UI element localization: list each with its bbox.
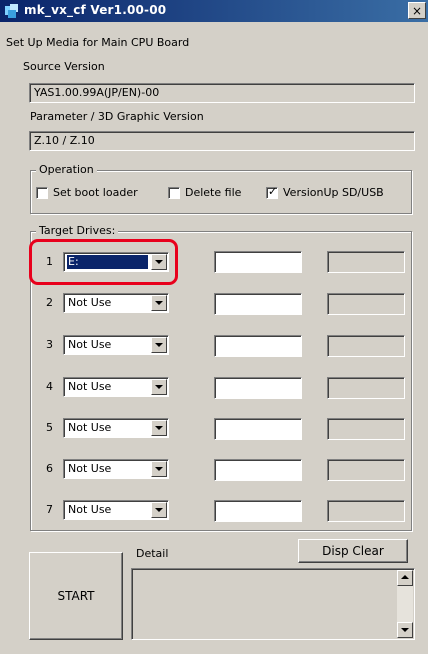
drive-select-value: Not Use (68, 421, 112, 434)
source-version-label: Source Version (23, 60, 105, 73)
check-icon: ✓ (268, 184, 278, 198)
target-drives-title: Target Drives: (36, 224, 119, 237)
drive-number: 3 (46, 338, 53, 351)
param-version-field: Z.10 / Z.10 (29, 131, 415, 151)
close-button[interactable]: × (408, 2, 426, 19)
drive-select-5[interactable]: Not Use (63, 418, 169, 438)
scroll-down-icon[interactable] (397, 622, 413, 638)
drive-number: 7 (46, 503, 53, 516)
window-title: mk_vx_cf Ver1.00-00 (24, 3, 167, 17)
drive-select-value: Not Use (68, 503, 112, 516)
dropdown-arrow-icon[interactable] (151, 420, 167, 436)
dropdown-arrow-icon[interactable] (151, 337, 167, 353)
dropdown-arrow-icon[interactable] (151, 461, 167, 477)
drive-select-6[interactable]: Not Use (63, 459, 169, 479)
drive-number: 6 (46, 462, 53, 475)
detail-label: Detail (136, 547, 169, 560)
drive-text-2[interactable] (214, 293, 302, 315)
drive-select-value: Not Use (68, 296, 112, 309)
title-bar[interactable]: mk_vx_cf Ver1.00-00 × (0, 0, 428, 22)
drive-status-6 (327, 459, 405, 481)
checkbox-box (36, 186, 48, 199)
dropdown-arrow-icon[interactable] (151, 502, 167, 518)
highlight-annotation (29, 239, 178, 285)
versionup-checkbox[interactable]: ✓ VersionUp SD/USB (266, 184, 384, 199)
checkbox-label: VersionUp SD/USB (283, 186, 384, 199)
checkbox-label: Set boot loader (53, 186, 138, 199)
disp-clear-button[interactable]: Disp Clear (298, 539, 408, 563)
detail-scrollbar[interactable] (397, 570, 413, 638)
setup-media-label: Set Up Media for Main CPU Board (6, 36, 190, 49)
set-boot-loader-checkbox[interactable]: Set boot loader (36, 186, 138, 199)
drive-number: 4 (46, 380, 53, 393)
delete-file-checkbox[interactable]: Delete file (168, 186, 241, 199)
dropdown-arrow-icon[interactable] (151, 295, 167, 311)
app-window: mk_vx_cf Ver1.00-00 × Set Up Media for M… (0, 0, 428, 654)
scroll-up-icon[interactable] (397, 570, 413, 586)
drive-text-7[interactable] (214, 500, 302, 522)
app-icon (5, 4, 18, 18)
operation-title: Operation (36, 163, 97, 176)
drive-number: 5 (46, 421, 53, 434)
drive-text-4[interactable] (214, 377, 302, 399)
dropdown-arrow-icon[interactable] (151, 379, 167, 395)
drive-select-value: Not Use (68, 380, 112, 393)
checkbox-label: Delete file (185, 186, 242, 199)
source-version-field: YAS1.00.99A(JP/EN)-00 (29, 83, 415, 103)
drive-text-3[interactable] (214, 335, 302, 357)
drive-select-value: Not Use (68, 462, 112, 475)
drive-status-7 (327, 500, 405, 522)
drive-select-2[interactable]: Not Use (63, 293, 169, 313)
close-icon: × (411, 4, 423, 18)
drive-status-4 (327, 377, 405, 399)
checkbox-box (168, 186, 180, 199)
detail-textarea[interactable] (131, 568, 415, 640)
start-button[interactable]: START (29, 552, 123, 640)
drive-status-5 (327, 418, 405, 440)
drive-select-3[interactable]: Not Use (63, 335, 169, 355)
param-version-label: Parameter / 3D Graphic Version (30, 110, 204, 123)
drive-text-1[interactable] (214, 251, 302, 273)
drive-number: 2 (46, 296, 53, 309)
drive-status-1 (327, 251, 405, 273)
drive-text-6[interactable] (214, 459, 302, 481)
drive-select-4[interactable]: Not Use (63, 377, 169, 397)
drive-select-value: Not Use (68, 338, 112, 351)
drive-status-3 (327, 335, 405, 357)
drive-select-7[interactable]: Not Use (63, 500, 169, 520)
checkbox-box: ✓ (266, 184, 278, 199)
drive-status-2 (327, 293, 405, 315)
drive-text-5[interactable] (214, 418, 302, 440)
